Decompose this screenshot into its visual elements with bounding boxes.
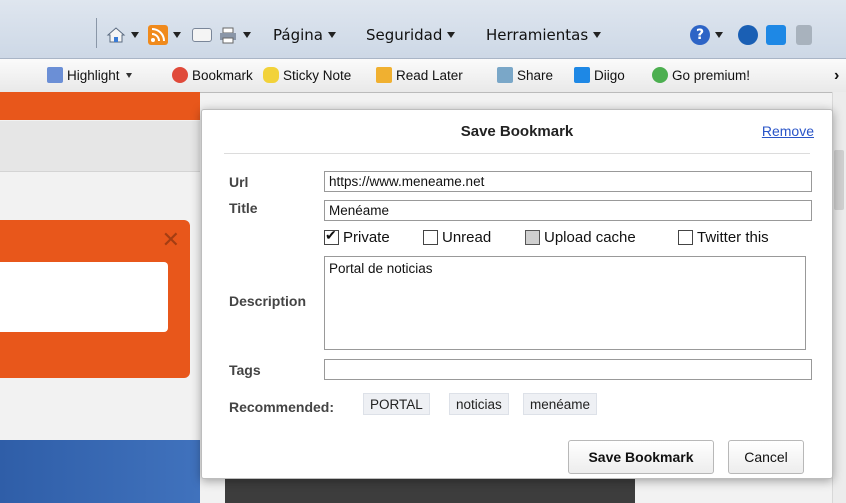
page-menu-label: Página <box>273 26 323 44</box>
share-icon <box>497 67 513 83</box>
chevron-down-icon <box>131 32 139 38</box>
tags-label: Tags <box>229 362 261 378</box>
tools-menu[interactable]: Herramientas <box>486 24 602 46</box>
toolbar-separator <box>96 18 97 48</box>
hp-logo-icon <box>738 25 758 45</box>
highlighter-icon <box>47 67 63 83</box>
highlight-label: Highlight <box>67 67 120 83</box>
dialog-divider <box>224 153 810 154</box>
research-button[interactable] <box>796 24 812 46</box>
checkbox-checked-icon <box>324 227 339 245</box>
diigo-label: Diigo <box>594 67 625 83</box>
diigo-icon <box>574 67 590 83</box>
description-label: Description <box>229 293 307 309</box>
twitter-this-checkbox[interactable]: Twitter this <box>678 229 769 246</box>
chevron-down-icon <box>243 32 251 38</box>
title-label: Title <box>229 200 258 216</box>
highlight-button[interactable]: Highlight <box>47 67 132 83</box>
toolbar-close-icon[interactable]: › <box>834 67 839 85</box>
upload-cache-label: Upload cache <box>544 229 636 246</box>
sticky-note-icon <box>263 67 279 83</box>
bookmark-icon <box>172 67 188 83</box>
tools-menu-label: Herramientas <box>486 26 589 44</box>
chevron-down-icon <box>327 32 336 38</box>
sticky-note-button[interactable]: Sticky Note <box>263 67 351 83</box>
close-icon[interactable]: ✕ <box>162 228 180 253</box>
help-icon: ? <box>690 25 710 45</box>
bookmark-button[interactable]: Bookmark <box>172 67 253 83</box>
private-checkbox[interactable]: Private <box>324 227 390 246</box>
chevron-down-icon <box>447 32 456 38</box>
read-later-button[interactable]: Read Later <box>376 67 463 83</box>
checkbox-disabled-icon <box>525 230 540 245</box>
home-button[interactable] <box>106 24 139 46</box>
diigo-toolbar: Highlight Bookmark Sticky Note Read Late… <box>0 59 846 93</box>
read-later-label: Read Later <box>396 67 463 83</box>
chevron-down-icon <box>593 32 602 38</box>
page-card-input[interactable] <box>0 262 168 332</box>
read-later-icon <box>376 67 392 83</box>
go-premium-label: Go premium! <box>672 67 751 83</box>
recommended-tag[interactable]: noticias <box>449 393 509 415</box>
title-input[interactable]: Menéame <box>324 200 812 221</box>
page-banner-image <box>0 440 200 503</box>
save-bookmark-dialog: Save Bookmark Remove Url https://www.men… <box>201 109 833 479</box>
feeds-button[interactable] <box>148 24 181 46</box>
diigo-menu-button[interactable]: Diigo <box>574 67 625 83</box>
diigo-logo-icon <box>766 25 786 45</box>
sticky-note-label: Sticky Note <box>283 67 352 83</box>
tags-input[interactable] <box>324 359 812 380</box>
research-icon <box>796 25 812 45</box>
page-dark-image <box>225 478 635 503</box>
diigo-button[interactable] <box>766 24 786 46</box>
dialog-title: Save Bookmark <box>460 123 574 140</box>
chevron-down-icon <box>173 32 181 38</box>
remove-link[interactable]: Remove <box>762 123 814 139</box>
checkbox-icon <box>678 230 693 245</box>
rss-feed-icon <box>148 25 168 45</box>
url-input[interactable]: https://www.meneame.net <box>324 171 812 192</box>
twitter-this-label: Twitter this <box>697 229 769 246</box>
home-icon <box>106 25 126 45</box>
print-button[interactable] <box>218 24 251 46</box>
bookmark-label: Bookmark <box>192 67 253 83</box>
browser-command-bar: Página Seguridad Herramientas ? <box>0 0 846 59</box>
checkbox-icon <box>423 230 438 245</box>
share-label: Share <box>517 67 554 83</box>
security-menu[interactable]: Seguridad <box>366 24 456 46</box>
hp-button[interactable] <box>738 24 758 46</box>
page-login-card: ✕ <box>0 220 190 378</box>
chevron-down-icon <box>125 72 132 78</box>
page-scrollbar-thumb[interactable] <box>834 150 844 210</box>
page-header-bar <box>0 92 200 120</box>
cancel-button[interactable]: Cancel <box>728 440 804 474</box>
recommended-tag[interactable]: PORTAL <box>363 393 430 415</box>
premium-icon <box>652 67 668 83</box>
security-menu-label: Seguridad <box>366 26 443 44</box>
recommended-tag[interactable]: menéame <box>523 393 598 415</box>
share-button[interactable]: Share <box>497 67 553 83</box>
private-label: Private <box>343 229 390 246</box>
read-mail-icon <box>192 28 212 42</box>
print-icon <box>218 25 238 45</box>
unread-checkbox[interactable]: Unread <box>423 229 491 246</box>
page-menu[interactable]: Página <box>273 24 336 46</box>
description-textarea[interactable]: Portal de noticias <box>324 256 806 350</box>
go-premium-button[interactable]: Go premium! <box>652 67 750 83</box>
chevron-down-icon <box>715 32 723 38</box>
url-label: Url <box>229 174 249 190</box>
help-button[interactable]: ? <box>690 24 723 46</box>
recommended-label: Recommended: <box>229 399 335 415</box>
unread-label: Unread <box>442 229 492 246</box>
page-nav-strip <box>0 121 200 172</box>
save-bookmark-button[interactable]: Save Bookmark <box>568 440 714 474</box>
read-mail-button[interactable] <box>192 24 212 46</box>
upload-cache-checkbox[interactable]: Upload cache <box>525 229 636 246</box>
